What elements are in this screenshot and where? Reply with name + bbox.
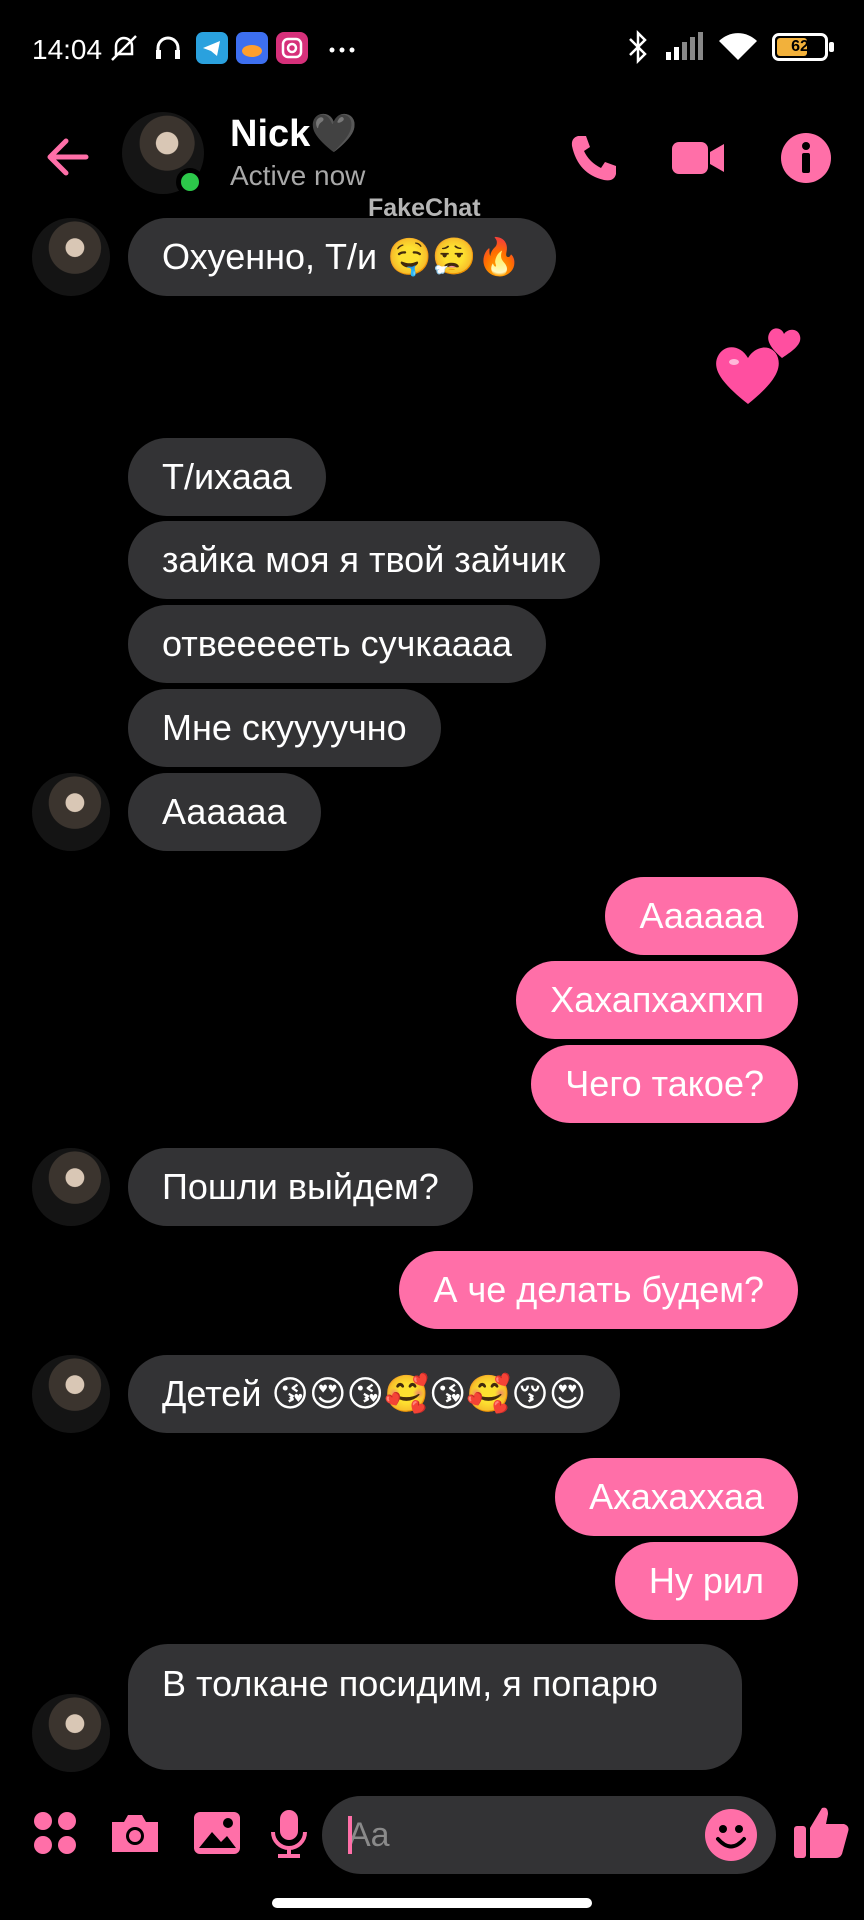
message-incoming[interactable]: Пошли выйдем? (128, 1148, 473, 1226)
message-incoming[interactable]: Мне скуууучно (128, 689, 441, 767)
back-arrow-icon[interactable] (42, 132, 92, 182)
gallery-icon[interactable] (190, 1806, 244, 1860)
battery-level: 62 (791, 38, 809, 55)
emoji-icon[interactable] (704, 1808, 758, 1862)
message-input[interactable] (348, 1796, 668, 1874)
status-right-icons: 62 (626, 30, 834, 64)
apps-grid-icon[interactable] (28, 1806, 82, 1860)
composer-bar (0, 1790, 864, 1880)
instagram-icon (276, 32, 308, 64)
battery-icon: 62 (772, 33, 834, 61)
home-indicator (272, 1898, 592, 1908)
muted-bell-icon (111, 35, 137, 61)
message-outgoing[interactable]: Аааааа (605, 877, 798, 955)
contact-name[interactable]: Nick🖤 (230, 112, 358, 156)
sender-avatar (32, 218, 110, 296)
wifi-icon (719, 33, 757, 60)
sender-avatar (32, 1355, 110, 1433)
message-incoming[interactable]: Охуенно, Т/и 🤤😮‍💨🔥 (128, 218, 556, 296)
video-icon[interactable] (670, 130, 726, 186)
cloud-app-icon (236, 32, 268, 64)
info-icon[interactable] (778, 130, 834, 186)
contact-status: Active now (230, 160, 366, 191)
headphones-icon (156, 36, 180, 59)
more-dots-icon (329, 47, 355, 53)
status-time: 14:04 (32, 34, 103, 65)
text-caret (348, 1816, 352, 1854)
bluetooth-icon (629, 30, 647, 64)
online-indicator (176, 168, 204, 196)
sender-avatar (32, 1148, 110, 1226)
telegram-icon (196, 32, 228, 64)
message-incoming[interactable]: В толкане посидим, я попарю (128, 1644, 742, 1770)
message-incoming[interactable]: отвеееееть сучкаааа (128, 605, 546, 683)
phone-icon[interactable] (566, 130, 622, 186)
message-outgoing[interactable]: Ну рил (614, 1542, 798, 1620)
status-bar: 14:04 62 (0, 0, 864, 100)
message-incoming[interactable]: Т/ихааа (128, 438, 326, 516)
sender-avatar (32, 1694, 110, 1772)
camera-icon[interactable] (108, 1806, 162, 1860)
message-outgoing[interactable]: Ахахаххаа (555, 1458, 798, 1536)
message-outgoing[interactable]: А че делать будем? (399, 1251, 798, 1329)
message-incoming[interactable]: зайка моя я твой зайчик (128, 521, 600, 599)
signal-icon (666, 32, 703, 60)
message-composer (322, 1796, 776, 1874)
message-incoming[interactable]: Аааааа (128, 773, 321, 851)
microphone-icon[interactable] (262, 1806, 316, 1860)
message-outgoing[interactable]: Хахапхахпхп (516, 961, 798, 1039)
message-outgoing[interactable]: Чего такое? (531, 1045, 798, 1123)
two-hearts-emoji[interactable] (712, 320, 804, 410)
message-incoming[interactable]: Детей 😘😍😘🥰😘🥰😚😍 (128, 1355, 621, 1433)
sender-avatar (32, 773, 110, 851)
thumbs-up-icon[interactable] (792, 1802, 852, 1862)
